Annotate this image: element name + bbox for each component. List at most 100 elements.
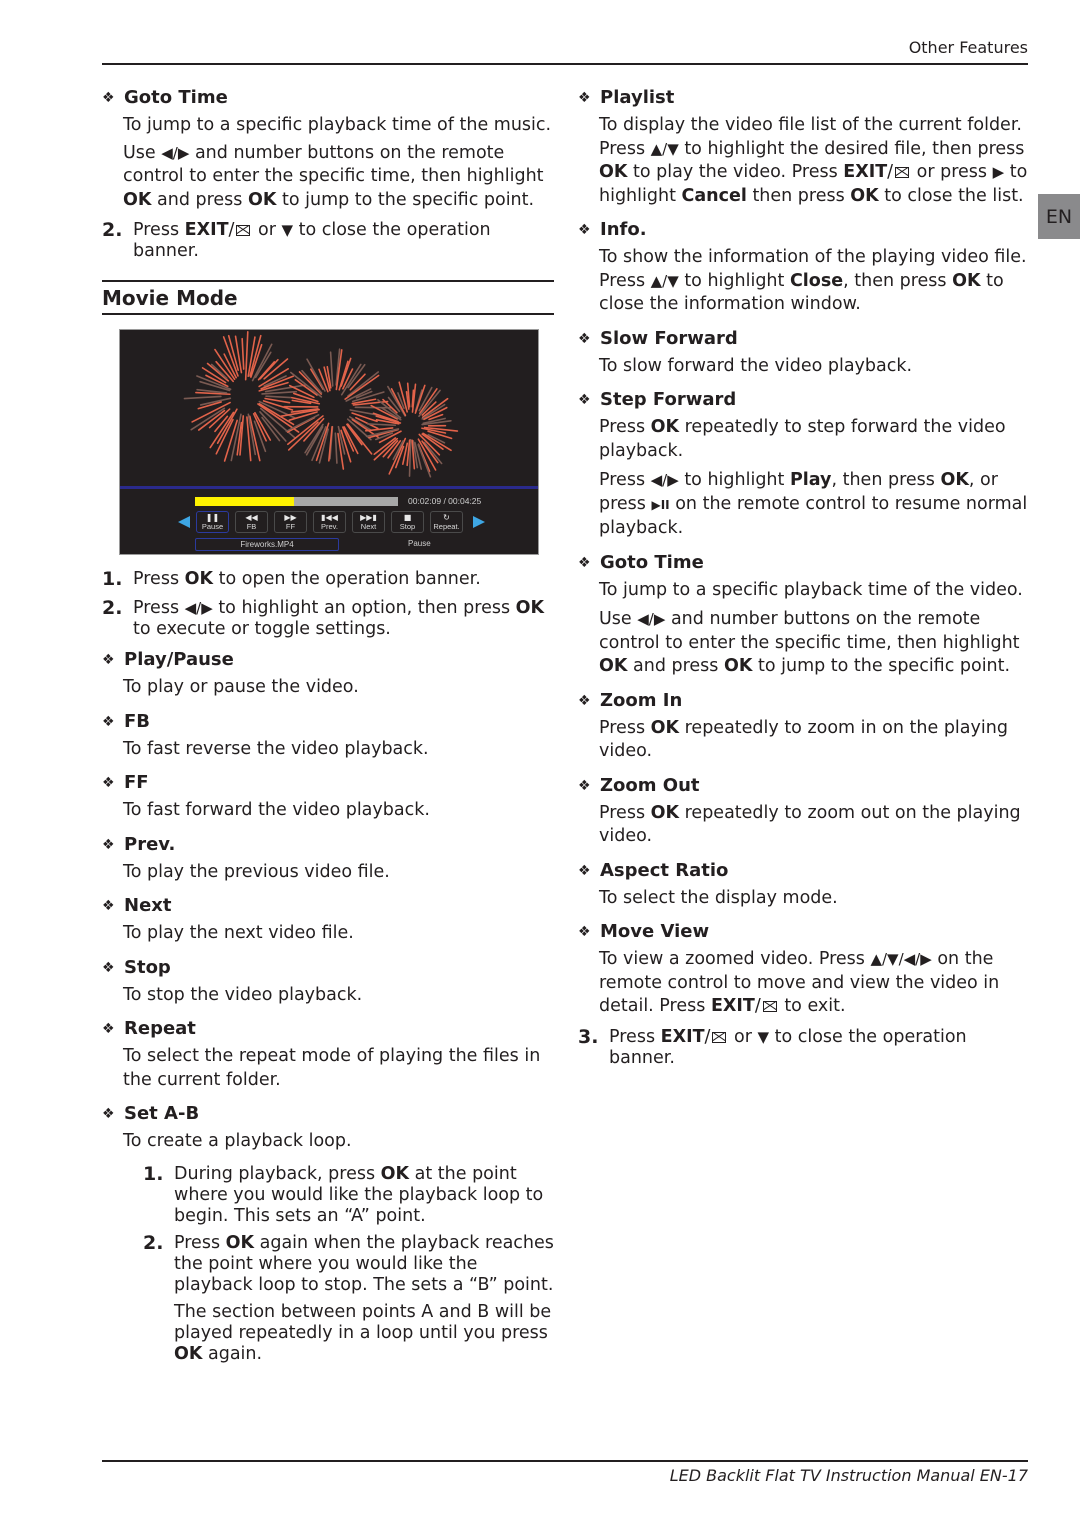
feature-info: ❖ Info. To show the information of the pl… [578,218,1030,317]
bullet-icon: ❖ [102,713,115,730]
time-readout: 00:02:09 / 00:04:25 [408,496,482,506]
set-ab-note: The section between points A and B will … [174,1301,552,1364]
feature-desc: To jump to a specific playback time of t… [599,579,1023,600]
bullet-icon: ❖ [102,836,115,853]
feature-desc: To fast forward the video playback. [123,800,430,820]
feature-item: ❖ Next To play the next video file. [102,894,554,946]
exit-mail-icon [762,1001,777,1012]
step-1: 1. Press OK to open the operation banner… [102,568,481,590]
exit-mail-icon [712,1031,727,1043]
bullet-icon: ❖ [102,1021,115,1037]
feature-item: ❖ Play/Pause To play or pause the video. [102,648,554,700]
fireworks-image [183,331,459,478]
firework-streak [183,395,222,400]
firework-streak [265,395,292,399]
feature-title: Playlist [600,87,675,108]
feature-title: FB [124,710,151,732]
feature-goto-time-music: ❖ Goto Time To jump to a specific playbac… [102,86,554,212]
feature-desc: To play the next video file. [123,923,354,943]
feature-title: FF [124,772,149,793]
exit-mail-icon [895,167,910,178]
player-fb-button[interactable]: ◀◀ FB [235,511,268,533]
feature-desc: To display the video file list of the cu… [599,115,1028,206]
bullet-icon: ❖ [578,924,591,940]
up-down-arrows-icon: ▲/▼ [650,139,679,158]
scroll-left-arrow-icon[interactable] [178,516,190,528]
feature-item: ❖ Repeat To select the repeat mode of play… [102,1017,554,1092]
footer-rule [102,1460,1028,1462]
bullet-icon: ❖ [578,392,591,408]
scroll-right-arrow-icon[interactable] [473,516,485,528]
feature-title: Stop [124,956,171,978]
feature-desc: To play the previous video file. [123,861,390,882]
section-title-movie-mode: Movie Mode [102,280,554,315]
feature-desc: Use ◀/▶ and number buttons on the remote… [599,609,1020,676]
feature-title: Set A-B [124,1103,200,1124]
bullet-icon: ❖ [578,90,591,106]
player-ff-button[interactable]: ▶▶ FF [274,511,307,533]
firework-streak [334,432,338,464]
feature-title: Goto Time [124,87,228,108]
feature-title: Info. [600,219,647,240]
feature-item: ❖ FB To fast reverse the video playback. [102,710,554,762]
feature-playlist: ❖ Playlist To display the video file list… [578,86,1030,208]
firework-streak [234,335,243,374]
page-footer: LED Backlit Flat TV Instruction Manual E… [669,1466,1028,1485]
feature-title: Aspect Ratio [600,859,729,881]
player-pause-button[interactable]: ❚❚ Pause [196,511,229,533]
firework-streak [197,409,226,431]
bullet-icon: ❖ [102,898,115,914]
player-prev-button[interactable]: ▮◀◀ Prev. [313,511,346,533]
player-stop-button[interactable]: ■ Stop [391,511,424,533]
up-down-arrows-icon: ▲/▼ [650,271,679,290]
right-column: ❖ Playlist To display the video file list… [578,86,1030,1069]
language-tab: EN [1038,194,1080,239]
bullet-icon: ❖ [102,959,115,976]
feature-desc: To create a playback loop. [123,1131,352,1151]
firework-streak [315,422,330,462]
bullet-icon: ❖ [102,1106,115,1122]
player-repeat-button[interactable]: ↻ Repeat. [430,511,463,533]
feature-item: ❖ FF To fast forward the video playback. [102,771,554,823]
feature-title: Zoom Out [600,774,700,796]
step-2-music: 2. Press EXIT/ or ▼ to close the operati… [102,219,491,262]
step-2: 2. Press ◀/▶ to highlight an option, the… [102,597,545,640]
firework-streak [241,337,245,370]
progress-bar[interactable] [195,497,398,506]
bullet-icon: ❖ [102,775,115,791]
bullet-icon: ❖ [578,777,591,794]
control-row: ❚❚ Pause ◀◀ FB ▶▶ FF ▮◀◀ Prev. ▶▶▮ Next ■ Stop ↻ Repe… [178,511,485,533]
feature-item: ❖ Stop To stop the video playback. [102,956,554,1008]
feature-desc: To show the information of the playing v… [599,247,1027,314]
bullet-icon: ❖ [578,554,591,571]
feature-desc: To fast reverse the video playback. [123,738,429,759]
feature-desc: To jump to a specific playback time of t… [123,115,552,135]
play-pause-icon: ▶II [651,497,670,512]
feature-desc: To select the repeat mode of playing the… [123,1046,541,1090]
header-rule [102,63,1028,65]
feature-zoom-in: ❖ Zoom In Press OK repeatedly to zoom in … [578,689,1030,764]
feature-slow-forward: ❖ Slow Forward To slow forward the video … [578,327,1030,379]
feature-desc: To stop the video playback. [123,984,363,1005]
left-right-arrows-icon: ◀/▶ [650,471,679,489]
set-ab-step-2: 2. Press OK again when the playback reac… [143,1231,554,1295]
left-right-arrows-icon: ◀/▶ [161,143,190,162]
right-arrow-icon: ▶ [992,163,1005,181]
feature-desc: Press OK repeatedly to zoom out on the p… [599,802,1021,847]
player-next-button[interactable]: ▶▶▮ Next [352,511,385,533]
direction-arrows-icon: ▲/▼/◀/▶ [870,950,932,968]
feature-desc: Press OK repeatedly to step forward the … [599,417,1006,461]
bullet-icon: ❖ [102,90,115,106]
feature-desc: To play or pause the video. [123,677,359,697]
feature-title: Play/Pause [124,649,234,670]
set-ab-step-1: 1. During playback, press OK at the poin… [143,1162,544,1226]
feature-zoom-out: ❖ Zoom Out Press OK repeatedly to zoom ou… [578,774,1030,849]
firework-streak [329,351,334,387]
down-arrow-icon: ▼ [757,1027,770,1046]
feature-title: Move View [600,921,710,942]
playback-status: Pause [408,539,431,548]
step-3: 3. Press EXIT/ or ▼ to close the operati… [578,1025,967,1068]
feature-desc: To select the display mode. [599,887,838,908]
page-header-section: Other Features [908,38,1028,57]
filename-field: Fireworks.MP4 [195,538,339,551]
